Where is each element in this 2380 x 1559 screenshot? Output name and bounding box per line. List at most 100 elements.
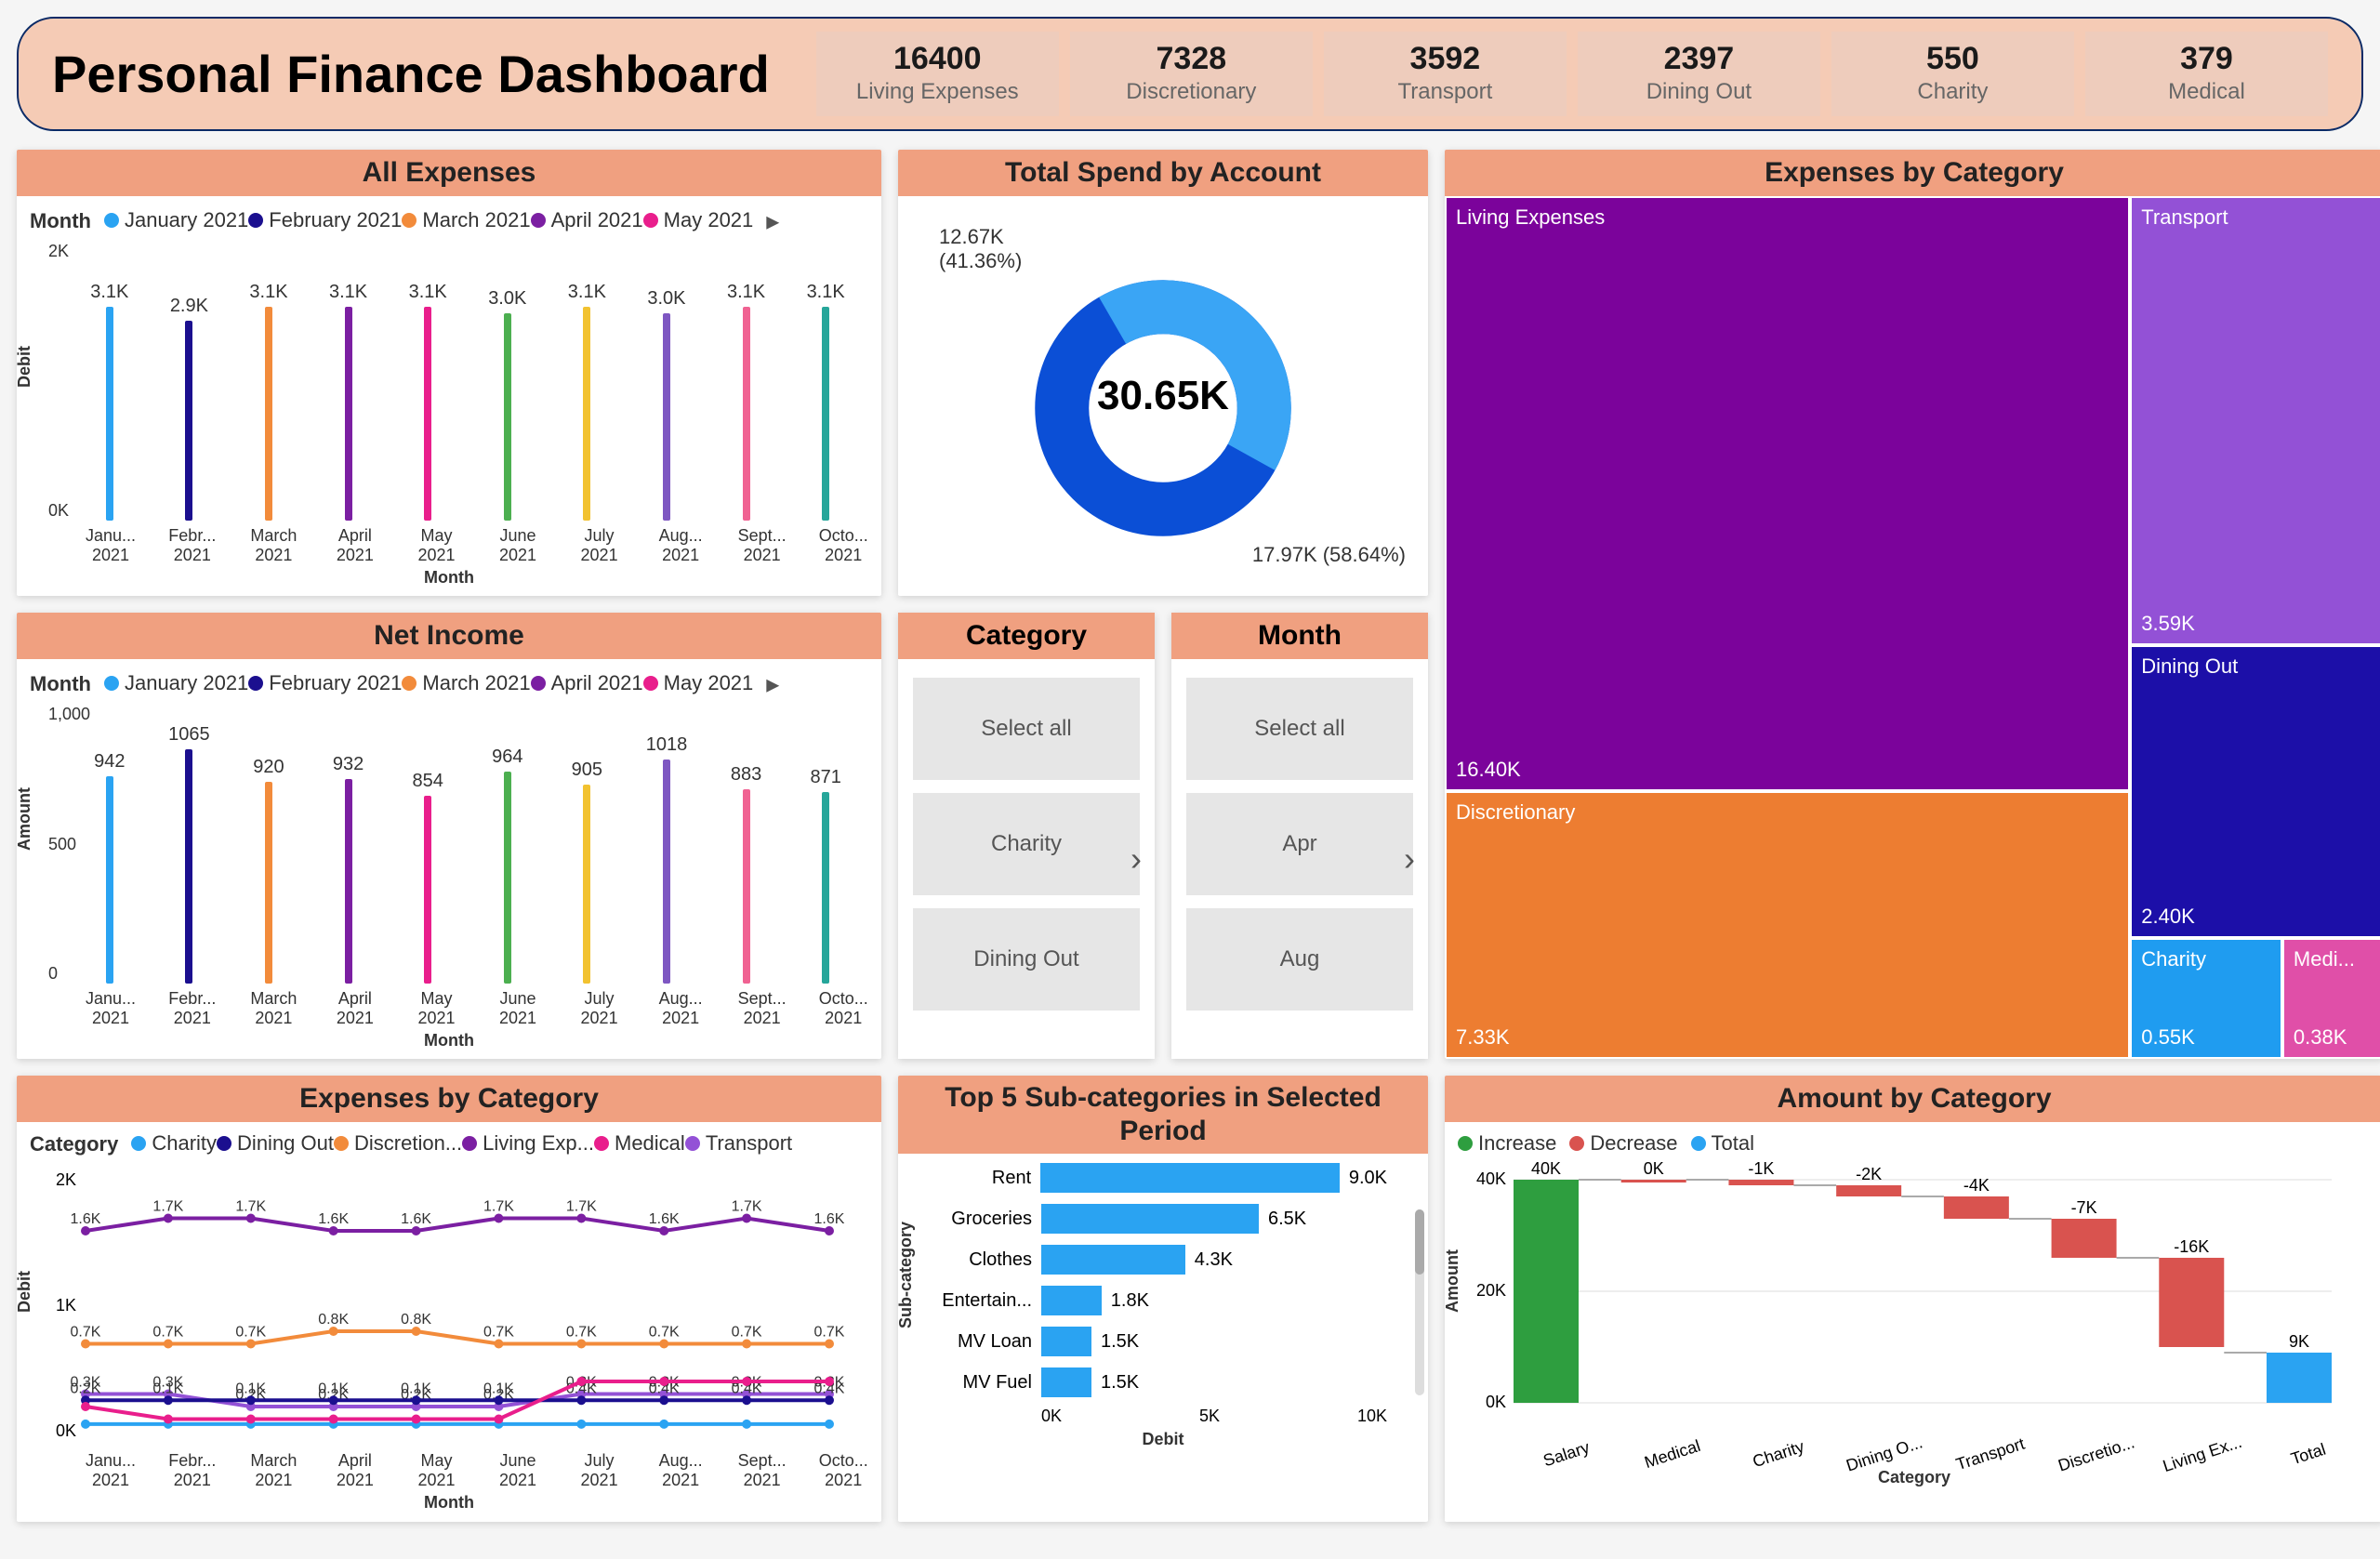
- hbar-row[interactable]: MV Loan1.5K: [1041, 1327, 1387, 1356]
- legend-months: Month January 2021February 2021March 202…: [30, 668, 868, 699]
- svg-text:20K: 20K: [1476, 1281, 1506, 1300]
- y-axis-label: Debit: [17, 346, 34, 388]
- legend-item[interactable]: Medical: [594, 1131, 685, 1156]
- card-title: Expenses by Category: [1445, 150, 2380, 196]
- svg-text:0.1K: 0.1K: [152, 1381, 183, 1396]
- header-banner: Personal Finance Dashboard 16400 Living …: [17, 17, 2363, 131]
- filters-column: Category Select all Charity Dining Out ›…: [898, 613, 1428, 1059]
- kpi-charity[interactable]: 550 Charity: [1831, 32, 2074, 116]
- card-net-income[interactable]: Net Income Month January 2021February 20…: [17, 613, 881, 1059]
- treemap-cell-medical[interactable]: Medi... 0.38K: [2282, 938, 2380, 1059]
- chevron-right-icon[interactable]: ›: [1130, 839, 1142, 879]
- chevron-right-icon[interactable]: ›: [1404, 839, 1415, 879]
- x-tick-row: Janu...2021Febr...2021March2021April2021…: [30, 1446, 868, 1489]
- treemap-cell-discretionary[interactable]: Discretionary 7.33K: [1445, 791, 2130, 1059]
- treemap-cell-charity[interactable]: Charity 0.55K: [2130, 938, 2282, 1059]
- svg-text:1.6K: 1.6K: [71, 1211, 101, 1227]
- svg-text:-2K: -2K: [1856, 1165, 1882, 1183]
- svg-text:9K: 9K: [2289, 1332, 2309, 1351]
- x-tick-row: Janu...2021Febr...2021March2021April2021…: [30, 984, 868, 1027]
- svg-text:0K: 0K: [1644, 1161, 1664, 1178]
- filter-option[interactable]: Aug: [1186, 908, 1413, 1011]
- kpi-label: Medical: [2089, 79, 2324, 105]
- legend-item[interactable]: February 2021: [248, 208, 402, 232]
- hbar-row[interactable]: Clothes4.3K: [1041, 1245, 1387, 1275]
- filter-option[interactable]: Apr: [1186, 793, 1413, 895]
- kpi-label: Discretionary: [1074, 79, 1309, 105]
- legend-item[interactable]: Transport: [685, 1131, 792, 1156]
- hbar-row[interactable]: Groceries6.5K: [1041, 1204, 1387, 1234]
- kpi-medical[interactable]: 379 Medical: [2085, 32, 2328, 116]
- donut-slice-a-label: 12.67K (41.36%): [939, 225, 1022, 273]
- x-axis-label: Debit: [911, 1430, 1415, 1449]
- card-title: Net Income: [17, 613, 881, 659]
- y-axis-label: Debit: [17, 1271, 34, 1313]
- x-axis-label: Month: [30, 1493, 868, 1513]
- svg-text:0.7K: 0.7K: [732, 1325, 762, 1341]
- filter-month[interactable]: Month Select all Apr Aug ›: [1171, 613, 1428, 1059]
- card-amount-by-category[interactable]: Amount by Category Increase Decrease Tot…: [1445, 1076, 2380, 1522]
- x-ticks: 0K5K10K: [911, 1397, 1415, 1426]
- legend-item[interactable]: Charity: [131, 1131, 217, 1156]
- legend-item[interactable]: March 2021: [402, 671, 530, 695]
- filter-option[interactable]: Dining Out: [913, 908, 1140, 1011]
- legend-item[interactable]: April 2021: [531, 671, 643, 695]
- legend-item[interactable]: April 2021: [531, 208, 643, 232]
- filter-option[interactable]: Charity: [913, 793, 1140, 895]
- legend-item[interactable]: Discretion...: [334, 1131, 462, 1156]
- legend-item[interactable]: May 2021: [643, 671, 754, 695]
- hbar-row[interactable]: MV Fuel1.5K: [1041, 1367, 1387, 1397]
- legend-item[interactable]: Living Exp...: [462, 1131, 594, 1156]
- y-axis-label: Sub-category: [898, 1222, 916, 1328]
- card-total-spend[interactable]: Total Spend by Account 12.67K (41.36%) 3…: [898, 150, 1428, 596]
- treemap-cell-dining[interactable]: Dining Out 2.40K: [2130, 645, 2380, 939]
- treemap-cell-living[interactable]: Living Expenses 16.40K: [1445, 196, 2130, 791]
- legend-item[interactable]: Dining Out: [217, 1131, 334, 1156]
- y-axis-label: Amount: [17, 787, 34, 851]
- svg-text:1.7K: 1.7K: [566, 1199, 597, 1215]
- treemap-cell-transport[interactable]: Transport 3.59K: [2130, 196, 2380, 645]
- legend-next-icon[interactable]: ▸: [766, 668, 779, 699]
- kpi-discretionary[interactable]: 7328 Discretionary: [1070, 32, 1313, 116]
- kpi-label: Transport: [1328, 79, 1563, 105]
- svg-text:0.7K: 0.7K: [235, 1325, 266, 1341]
- card-title: Top 5 Sub-categories in Selected Period: [898, 1076, 1428, 1154]
- svg-text:-16K: -16K: [2174, 1237, 2209, 1256]
- legend-item[interactable]: January 2021: [104, 208, 248, 232]
- svg-text:1.7K: 1.7K: [235, 1199, 266, 1215]
- svg-text:0.2K: 0.2K: [71, 1381, 101, 1396]
- kpi-living-expenses[interactable]: 16400 Living Expenses: [816, 32, 1059, 116]
- legend-label: Month: [30, 209, 91, 233]
- x-tick-row: SalaryMedicalCharityDining O...Transport…: [1458, 1445, 2371, 1464]
- waterfall-chart: 40K20K0K40K0K-1K-2K-4K-7K-16K9K: [1458, 1161, 2350, 1440]
- x-axis-label: Month: [30, 568, 868, 588]
- kpi-transport[interactable]: 3592 Transport: [1324, 32, 1567, 116]
- card-expenses-treemap[interactable]: Expenses by Category Living Expenses 16.…: [1445, 150, 2380, 1059]
- line-chart: 2K1K0K1.6K1.7K1.7K1.6K1.6K1.7K1.7K1.6K1.…: [30, 1162, 848, 1441]
- legend-item[interactable]: February 2021: [248, 671, 402, 695]
- card-top5[interactable]: Top 5 Sub-categories in Selected Period …: [898, 1076, 1428, 1522]
- kpi-label: Dining Out: [1581, 79, 1817, 105]
- svg-text:1.7K: 1.7K: [483, 1199, 514, 1215]
- legend-item[interactable]: January 2021: [104, 671, 248, 695]
- svg-text:0.8K: 0.8K: [401, 1312, 431, 1328]
- y-ticks: 1,0005000: [48, 705, 90, 984]
- scrollbar[interactable]: [1415, 1209, 1424, 1395]
- filter-category[interactable]: Category Select all Charity Dining Out ›: [898, 613, 1155, 1059]
- card-all-expenses[interactable]: All Expenses Month January 2021February …: [17, 150, 881, 596]
- kpi-dining-out[interactable]: 2397 Dining Out: [1578, 32, 1820, 116]
- page-title: Personal Finance Dashboard: [52, 44, 770, 104]
- svg-text:40K: 40K: [1531, 1161, 1561, 1178]
- filter-option[interactable]: Select all: [913, 678, 1140, 780]
- legend-next-icon[interactable]: ▸: [766, 205, 779, 236]
- legend-item[interactable]: March 2021: [402, 208, 530, 232]
- hbar-row[interactable]: Rent9.0K: [1041, 1163, 1387, 1193]
- donut-center-value: 30.65K: [1097, 373, 1229, 419]
- legend-item[interactable]: May 2021: [643, 208, 754, 232]
- filter-option[interactable]: Select all: [1186, 678, 1413, 780]
- hbar-row[interactable]: Entertain...1.8K: [1041, 1286, 1387, 1315]
- kpi-label: Living Expenses: [820, 79, 1055, 105]
- svg-text:-1K: -1K: [1748, 1161, 1774, 1178]
- kpi-value: 7328: [1074, 41, 1309, 77]
- card-expenses-line[interactable]: Expenses by Category Category CharityDin…: [17, 1076, 881, 1522]
